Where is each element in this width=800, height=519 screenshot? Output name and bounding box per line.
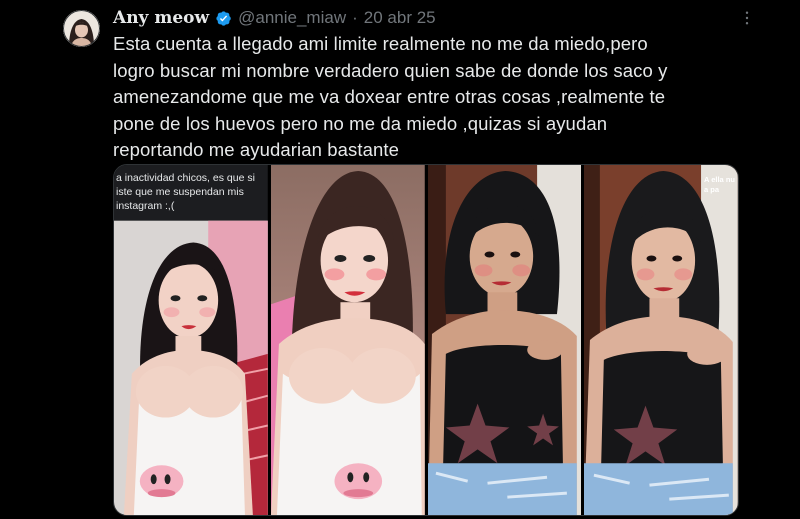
header-separator: · (352, 8, 358, 27)
media-grid[interactable]: a inactividad chicos, es que si iste que… (113, 164, 739, 516)
more-options-icon (745, 11, 749, 25)
photo-4[interactable]: A ella nu a pa (584, 165, 738, 515)
display-name[interactable]: Any meow (113, 8, 209, 28)
photo-4-image (584, 165, 738, 515)
more-options-button[interactable] (735, 6, 759, 30)
author-handle[interactable]: @annie_miaw (238, 8, 346, 28)
photo-3-image (427, 165, 582, 515)
tweet-date[interactable]: 20 abr 25 (364, 8, 436, 28)
photo-4-caption: A ella nu a pa (704, 175, 735, 194)
photo-1-caption: a inactividad chicos, es que si iste que… (116, 172, 255, 212)
photo-3[interactable] (427, 165, 582, 515)
photo-1-image (114, 165, 268, 515)
tweet[interactable]: Any meow @annie_miaw · 20 abr 25 Esta cu… (0, 0, 800, 519)
photo-1[interactable]: a inactividad chicos, es que si iste que… (114, 165, 268, 515)
photo-2[interactable] (270, 165, 425, 515)
tweet-header: Any meow @annie_miaw · 20 abr 25 (113, 7, 436, 29)
avatar[interactable] (63, 10, 100, 47)
photo-2-image (270, 165, 425, 515)
tweet-text: Esta cuenta a llegado ami limite realmen… (113, 33, 668, 160)
verified-badge-icon (216, 10, 231, 26)
